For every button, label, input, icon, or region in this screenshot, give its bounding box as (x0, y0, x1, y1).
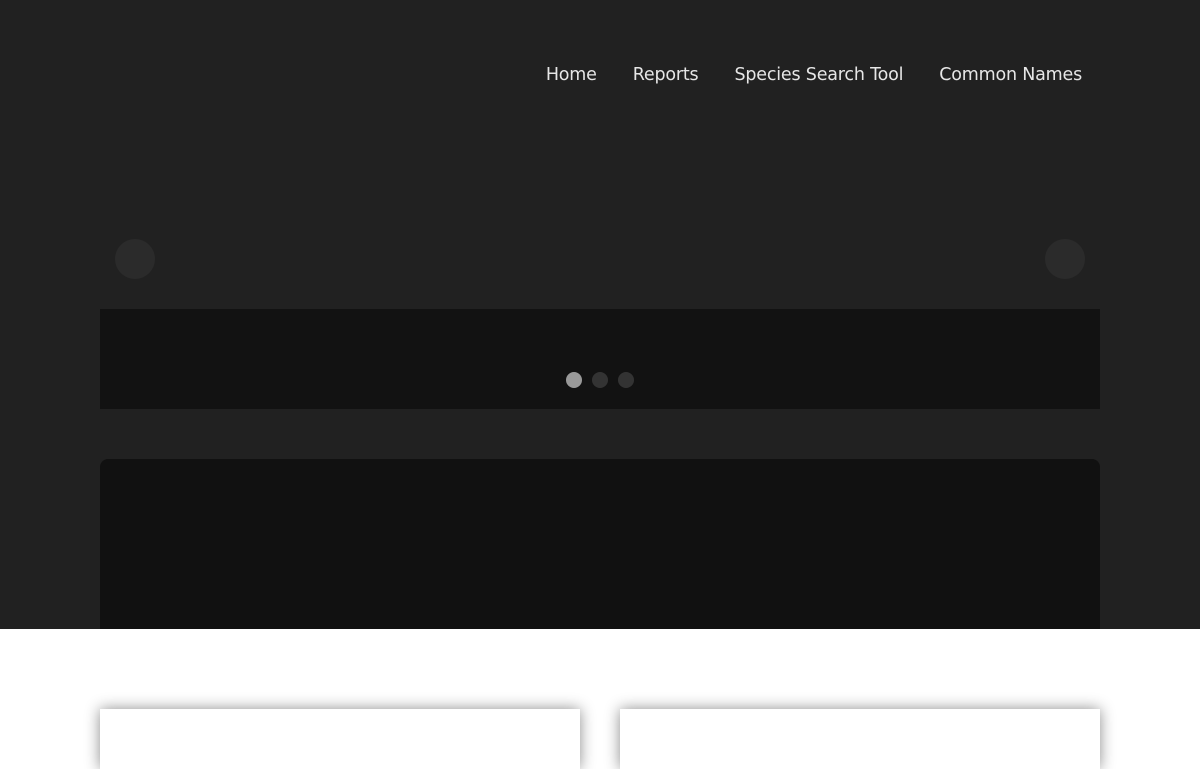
carousel-indicator-3[interactable] (618, 372, 634, 388)
nav-item-common-names: Common Names (939, 62, 1082, 88)
nav-link-species-search-tool[interactable]: Species Search Tool (734, 62, 903, 88)
carousel-indicator-1[interactable] (566, 372, 582, 388)
nav-link-home[interactable]: Home (546, 62, 597, 88)
content-card-left (100, 709, 580, 769)
carousel-indicators (100, 372, 1100, 388)
nav-item-species-search-tool: Species Search Tool (734, 62, 903, 88)
nav-link-reports[interactable]: Reports (633, 62, 699, 88)
hero-section: Home Reports Species Search Tool Common … (0, 0, 1200, 629)
main-nav: Home Reports Species Search Tool Common … (546, 62, 1082, 88)
carousel-next-button[interactable] (1045, 239, 1085, 279)
nav-item-reports: Reports (633, 62, 699, 88)
carousel-prev-button[interactable] (115, 239, 155, 279)
content-card-right (620, 709, 1100, 769)
carousel-caption-band (100, 309, 1100, 409)
intro-panel (100, 459, 1100, 629)
carousel-indicator-2[interactable] (592, 372, 608, 388)
nav-item-home: Home (546, 62, 597, 88)
nav-link-common-names[interactable]: Common Names (939, 62, 1082, 88)
